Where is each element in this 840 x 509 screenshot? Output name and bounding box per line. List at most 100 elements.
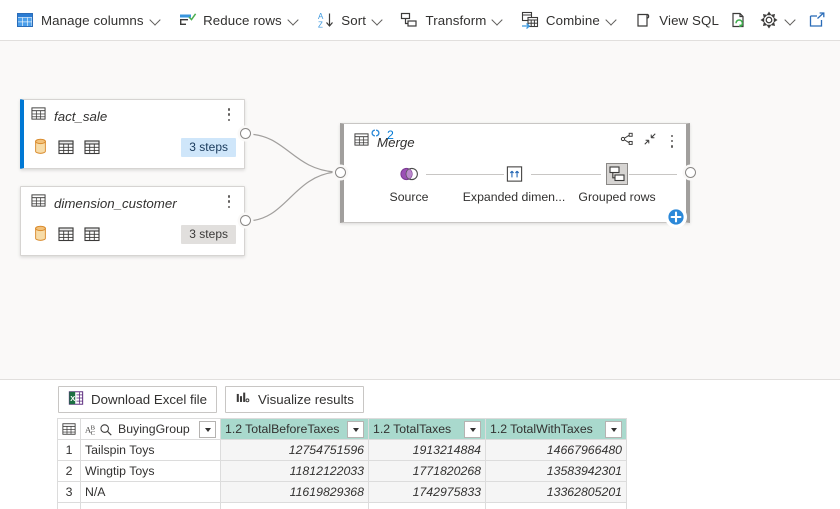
column-filter-dropdown-icon[interactable]: [464, 421, 481, 438]
column-header-totalwithtaxes[interactable]: 1.2 TotalWithTaxes: [486, 419, 627, 440]
visualize-results-button[interactable]: Visualize results: [225, 386, 364, 413]
toolbar-item-transform[interactable]: Transform: [394, 5, 509, 35]
row-number: [58, 503, 81, 509]
toolbar-label-transform: Transform: [425, 13, 486, 28]
column-header-buyinggroup[interactable]: A B C BuyingGroup: [81, 419, 221, 440]
row-number: 1: [58, 440, 81, 461]
table-icon: [84, 139, 100, 160]
table-row[interactable]: [58, 503, 627, 509]
chevron-down-icon[interactable]: [289, 15, 300, 26]
cell-totaltaxes[interactable]: 1742975833: [369, 482, 486, 503]
table-columns-icon: [15, 10, 35, 30]
cell-totalwithtaxes[interactable]: 14667966480: [486, 440, 627, 461]
toolbar-item-refresh-preview[interactable]: [724, 5, 754, 35]
link-chain-icon: [367, 127, 384, 142]
row-number: 3: [58, 482, 81, 503]
cell-buyinggroup[interactable]: N/A: [81, 482, 221, 503]
column-filter-dropdown-icon[interactable]: [199, 421, 216, 438]
toolbar-item-settings[interactable]: [754, 5, 802, 35]
combine-icon: [520, 10, 540, 30]
cell-totaltaxes[interactable]: [369, 503, 486, 509]
cell-totalbeforetaxes[interactable]: 11812122033: [221, 461, 369, 482]
query-more-options-icon[interactable]: [222, 195, 236, 213]
query-more-options-icon[interactable]: [222, 108, 236, 126]
cell-totaltaxes[interactable]: 1913214884: [369, 440, 486, 461]
output-port-fact-sale[interactable]: [240, 128, 251, 139]
add-step-button[interactable]: [665, 206, 687, 228]
row-number: 2: [58, 461, 81, 482]
cell-totalbeforetaxes[interactable]: 12754751596: [221, 440, 369, 461]
decimal-type-icon: 1.2: [225, 422, 242, 436]
bar-chart-icon: [235, 390, 251, 408]
column-header-totalbeforetaxes[interactable]: 1.2 TotalBeforeTaxes: [221, 419, 369, 440]
group-by-icon: [562, 162, 672, 186]
table-row[interactable]: 2 Wingtip Toys 11812122033 1771820268 13…: [58, 461, 627, 482]
merge-step-expanded[interactable]: Expanded dimen...: [459, 162, 569, 204]
transform-icon: [399, 10, 419, 30]
toolbar-label-manage-columns: Manage columns: [41, 13, 144, 28]
gear-icon: [759, 10, 779, 30]
toolbar-label-view-sql: View SQL: [659, 13, 719, 28]
query-card-dimension-customer[interactable]: dimension_customer: [20, 186, 245, 256]
cell-totalwithtaxes[interactable]: [486, 503, 627, 509]
query-steps-badge[interactable]: 3 steps: [181, 138, 236, 157]
table-icon: [31, 193, 46, 213]
cell-buyinggroup[interactable]: Tailspin Toys: [81, 440, 221, 461]
cell-buyinggroup[interactable]: [81, 503, 221, 509]
merge-linked-queries-badge[interactable]: 2: [367, 127, 394, 142]
chevron-down-icon[interactable]: [151, 15, 162, 26]
query-steps-badge[interactable]: 3 steps: [181, 225, 236, 244]
output-port-dimension-customer[interactable]: [240, 215, 251, 226]
table-icon: [84, 226, 100, 247]
grid-left-gutter: [0, 380, 57, 471]
merge-more-options-icon[interactable]: [666, 134, 678, 150]
toolbar-item-manage-columns[interactable]: Manage columns: [10, 5, 167, 35]
cell-totalwithtaxes[interactable]: 13362805201: [486, 482, 627, 503]
query-name: fact_sale: [54, 109, 107, 124]
query-card-fact-sale[interactable]: fact_sale: [20, 99, 245, 169]
results-toolbar: X Download Excel file Visualize results: [0, 380, 840, 418]
column-filter-dropdown-icon[interactable]: [347, 421, 364, 438]
table-icon: [58, 226, 74, 247]
chevron-down-icon[interactable]: [373, 15, 384, 26]
merge-step-source[interactable]: Source: [354, 162, 464, 204]
merge-step-grouped[interactable]: Grouped rows: [562, 162, 672, 204]
cell-totaltaxes[interactable]: 1771820268: [369, 461, 486, 482]
results-table: A B C BuyingGroup: [57, 418, 627, 509]
venn-merge-icon: [354, 162, 464, 186]
chevron-down-icon[interactable]: [607, 15, 618, 26]
column-header-totaltaxes[interactable]: 1.2 TotalTaxes: [369, 419, 486, 440]
chevron-down-icon[interactable]: [493, 15, 504, 26]
open-in-new-window-icon: [807, 10, 827, 30]
column-filter-dropdown-icon[interactable]: [605, 421, 622, 438]
results-grid[interactable]: A B C BuyingGroup: [57, 418, 840, 509]
column-header-label: TotalBeforeTaxes: [245, 422, 342, 436]
expand-columns-icon: [459, 162, 569, 186]
toolbar-item-combine[interactable]: Combine: [515, 5, 623, 35]
cell-totalbeforetaxes[interactable]: [221, 503, 369, 509]
svg-text:C: C: [91, 430, 95, 437]
toolbar-item-reduce-rows[interactable]: Reduce rows: [172, 5, 305, 35]
cell-totalwithtaxes[interactable]: 13583942301: [486, 461, 627, 482]
merge-input-port[interactable]: [335, 167, 346, 178]
grid-select-all-corner[interactable]: [58, 419, 81, 440]
toolbar-item-open-new-window[interactable]: [802, 5, 832, 35]
visualize-results-label: Visualize results: [258, 392, 354, 407]
column-header-label: TotalWithTaxes: [510, 422, 600, 436]
cell-totalbeforetaxes[interactable]: 11619829368: [221, 482, 369, 503]
download-excel-label: Download Excel file: [91, 392, 207, 407]
collapse-diagonal-icon[interactable]: [643, 132, 657, 151]
results-panel: X Download Excel file Visualize results: [0, 379, 840, 508]
diagram-canvas[interactable]: fact_sale: [0, 41, 840, 379]
cell-buyinggroup[interactable]: Wingtip Toys: [81, 461, 221, 482]
chevron-down-icon[interactable]: [786, 15, 797, 26]
decimal-type-icon: 1.2: [373, 422, 390, 436]
query-source-icons: [33, 138, 100, 160]
share-icon[interactable]: [620, 132, 634, 151]
table-row[interactable]: 1 Tailspin Toys 12754751596 1913214884 1…: [58, 440, 627, 461]
download-excel-button[interactable]: X Download Excel file: [58, 386, 217, 413]
merge-output-port[interactable]: [685, 167, 696, 178]
toolbar-item-view-sql[interactable]: View SQL: [628, 5, 724, 35]
table-row[interactable]: 3 N/A 11619829368 1742975833 13362805201: [58, 482, 627, 503]
toolbar-item-sort[interactable]: A Z Sort: [310, 5, 389, 35]
